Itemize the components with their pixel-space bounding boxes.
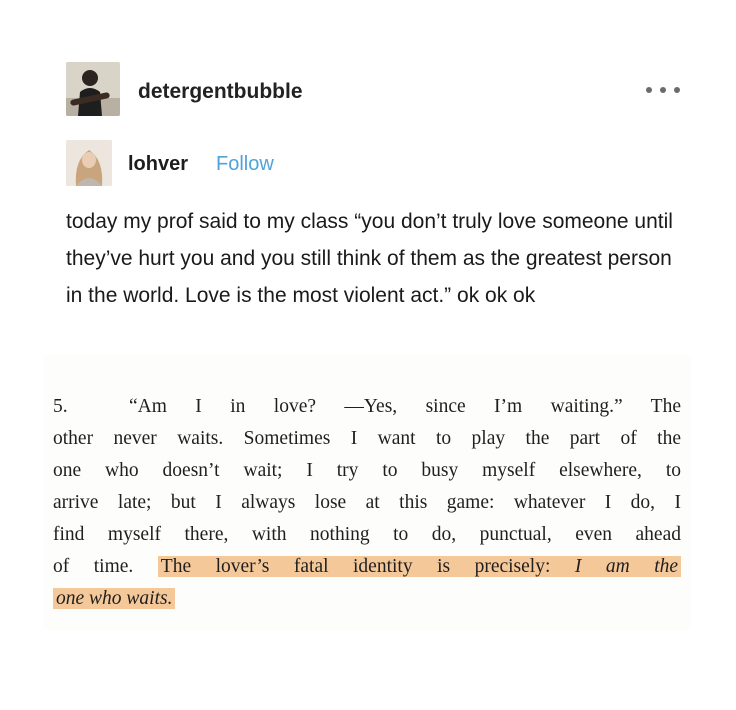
reblog-username[interactable]: lohver: [128, 153, 188, 176]
excerpt-line-6: of time. The lover’s fatal identity is p…: [53, 551, 682, 583]
reblog-header: lohver Follow: [66, 140, 626, 190]
excerpt-line-3: one who doesn’t wait; I try to busy myse…: [53, 460, 681, 481]
user-avatar[interactable]: [66, 62, 120, 116]
highlighted-text-end: one who waits.: [53, 588, 176, 609]
excerpt-line-7: one who waits.: [53, 583, 681, 615]
excerpt-line-4: arrive late; but I always lose at this g…: [53, 492, 681, 513]
excerpt-line-2: other never waits. Sometimes I want to p…: [53, 428, 681, 449]
excerpt-line-1: 5. “Am I in love? —Yes, since I’m waiting…: [53, 391, 681, 423]
highlighted-text: The lover’s fatal identity is precisely:…: [157, 556, 682, 577]
username[interactable]: detergentbubble: [138, 80, 303, 104]
book-excerpt-image: 5. “Am I in love? —Yes, since I’m waiting…: [43, 355, 691, 630]
follow-button[interactable]: Follow: [216, 153, 274, 176]
post-body-text: today my prof said to my class “you don’…: [66, 210, 673, 307]
reblog-avatar[interactable]: [66, 140, 112, 186]
more-options-icon[interactable]: [646, 82, 680, 98]
excerpt-number: 5.: [53, 396, 68, 417]
book-excerpt-text: 5. “Am I in love? —Yes, since I’m waiting…: [53, 391, 682, 615]
excerpt-line-5: find myself there, with nothing to do, p…: [53, 524, 681, 545]
post-header: detergentbubble: [66, 62, 686, 122]
